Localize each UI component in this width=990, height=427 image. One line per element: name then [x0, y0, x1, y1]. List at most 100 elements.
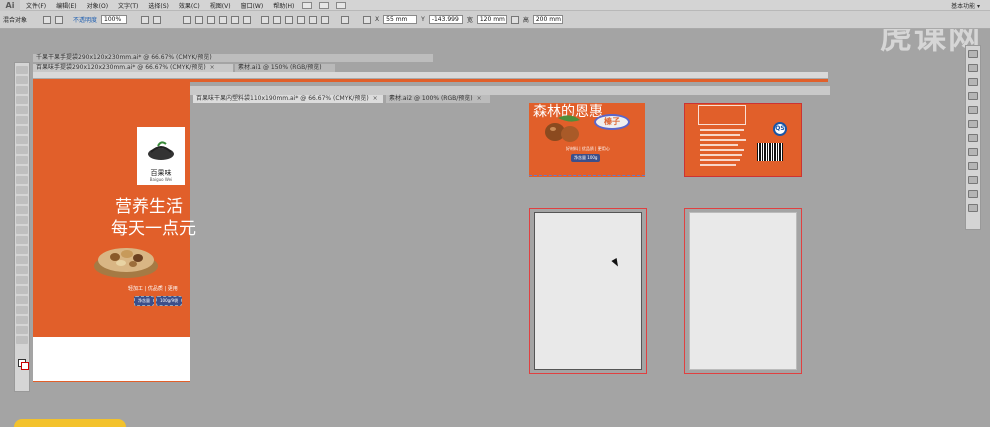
type-tool-icon[interactable]	[16, 116, 28, 124]
lasso-tool-icon[interactable]	[16, 96, 28, 104]
column-graph-tool-icon[interactable]	[16, 296, 28, 304]
distribute-top-icon[interactable]	[261, 15, 270, 24]
stroke-panel-icon[interactable]	[968, 120, 978, 128]
blank-artboard-left[interactable]	[534, 212, 642, 370]
menu-object[interactable]: 对象(O)	[87, 1, 108, 10]
blob-brush-tool-icon[interactable]	[16, 166, 28, 174]
menu-help[interactable]: 帮助(H)	[273, 1, 294, 10]
menu-edit[interactable]: 编辑(E)	[56, 1, 76, 10]
info-text-line	[700, 134, 740, 136]
paintbrush-tool-icon[interactable]	[16, 146, 28, 154]
opacity-link[interactable]: 不透明度	[73, 15, 97, 24]
reference-point-icon[interactable]	[363, 15, 372, 24]
eraser-tool-icon[interactable]	[16, 176, 28, 184]
menu-effect[interactable]: 效果(C)	[179, 1, 200, 10]
tab-doc-1[interactable]: 千果干果手提袋290x120x230mm.ai* @ 66.67% (CMYK/…	[33, 54, 433, 62]
layers-panel-icon[interactable]	[968, 190, 978, 198]
close-icon[interactable]: ×	[373, 95, 378, 102]
rectangle-tool-icon[interactable]	[16, 136, 28, 144]
distribute-bottom-icon[interactable]	[285, 15, 294, 24]
menu-window[interactable]: 窗口(W)	[241, 1, 264, 10]
tab-front-doc-1[interactable]: 百果味干果内塑料袋110x190mm.ai* @ 66.67% (CMYK/预览…	[193, 95, 383, 103]
align-right-icon[interactable]	[207, 15, 216, 24]
recolor-icon[interactable]	[141, 15, 150, 24]
stock-icon[interactable]	[319, 1, 330, 9]
tools-panel	[14, 62, 30, 392]
zoom-tool-icon[interactable]	[16, 336, 28, 344]
color-panel-icon[interactable]	[968, 50, 978, 58]
pen-tool-icon[interactable]	[16, 106, 28, 114]
tab-doc-2[interactable]: 百果味手提袋290x120x230mm.ai* @ 66.67% (CMYK/预…	[33, 64, 233, 72]
close-icon[interactable]: ×	[210, 64, 215, 71]
y-label: Y	[421, 16, 425, 23]
brush-icon[interactable]	[55, 15, 64, 24]
menu-view[interactable]: 视图(V)	[210, 1, 231, 10]
align-top-icon[interactable]	[219, 15, 228, 24]
workspace-switcher[interactable]: 基本功能 ▾	[951, 1, 980, 10]
distribute-middle-icon[interactable]	[273, 15, 282, 24]
info-text-line	[700, 129, 744, 131]
product-name-badge: 榛子	[594, 114, 630, 130]
selection-tool-icon[interactable]	[16, 66, 28, 74]
artboard-tool-icon[interactable]	[16, 306, 28, 314]
style-icon[interactable]	[153, 15, 162, 24]
blend-tool-icon[interactable]	[16, 276, 28, 284]
tab-front-doc-2[interactable]: 素材.ai2 @ 100% (RGB/预览) ×	[386, 95, 490, 103]
direct-selection-tool-icon[interactable]	[16, 76, 28, 84]
arrange-documents-icon[interactable]	[336, 1, 347, 9]
symbols-icon[interactable]	[968, 106, 978, 114]
left-document-pasteboard	[33, 337, 190, 381]
nutrition-table	[698, 105, 746, 125]
bridge-icon[interactable]	[302, 1, 313, 9]
gradient-tool-icon[interactable]	[16, 256, 28, 264]
swatches-icon[interactable]	[968, 78, 978, 86]
selection-type-label: 混合对象	[3, 17, 28, 24]
stroke-swatch-icon[interactable]	[43, 15, 52, 24]
symbol-sprayer-tool-icon[interactable]	[16, 286, 28, 294]
gradient-panel-icon[interactable]	[968, 134, 978, 142]
menu-file[interactable]: 文件(F)	[26, 1, 46, 10]
brushes-icon[interactable]	[968, 92, 978, 100]
magic-wand-tool-icon[interactable]	[16, 86, 28, 94]
y-field[interactable]: -143.999	[428, 15, 463, 24]
distribute-center-icon[interactable]	[309, 15, 318, 24]
x-label: X	[375, 16, 380, 23]
width-field[interactable]: 120 mm	[476, 15, 507, 24]
blank-artboard-right[interactable]	[689, 212, 797, 370]
tab-doc-3[interactable]: 素材.ai1 @ 150% (RGB/预览)	[235, 64, 335, 72]
pencil-tool-icon[interactable]	[16, 156, 28, 164]
scale-tool-icon[interactable]	[16, 196, 28, 204]
mesh-tool-icon[interactable]	[16, 246, 28, 254]
hand-tool-icon[interactable]	[16, 326, 28, 334]
brand-logo-icon	[148, 141, 174, 160]
stroke-swatch[interactable]	[21, 362, 29, 370]
menu-select[interactable]: 选择(S)	[148, 1, 169, 10]
height-field[interactable]: 200 mm	[532, 15, 563, 24]
width-tool-icon[interactable]	[16, 206, 28, 214]
align-left-icon[interactable]	[183, 15, 192, 24]
align-middle-icon[interactable]	[231, 15, 240, 24]
opacity-field[interactable]: 100%	[101, 15, 128, 24]
color-guide-icon[interactable]	[968, 64, 978, 72]
link-proportions-icon[interactable]	[510, 15, 519, 24]
x-field[interactable]: 55 mm	[383, 15, 418, 24]
close-icon[interactable]: ×	[477, 95, 482, 102]
shape-builder-tool-icon[interactable]	[16, 226, 28, 234]
align-center-icon[interactable]	[195, 15, 204, 24]
transparency-panel-icon[interactable]	[968, 148, 978, 156]
graphic-styles-icon[interactable]	[968, 176, 978, 184]
appearance-panel-icon[interactable]	[968, 162, 978, 170]
selection-bounding-box	[529, 175, 645, 176]
distribute-right-icon[interactable]	[321, 15, 330, 24]
align-bottom-icon[interactable]	[243, 15, 252, 24]
distribute-left-icon[interactable]	[297, 15, 306, 24]
eyedropper-tool-icon[interactable]	[16, 266, 28, 274]
artboards-panel-icon[interactable]	[968, 204, 978, 212]
line-tool-icon[interactable]	[16, 126, 28, 134]
slice-tool-icon[interactable]	[16, 316, 28, 324]
rotate-tool-icon[interactable]	[16, 186, 28, 194]
perspective-grid-tool-icon[interactable]	[16, 236, 28, 244]
free-transform-tool-icon[interactable]	[16, 216, 28, 224]
menu-type[interactable]: 文字(T)	[118, 1, 138, 10]
isolate-icon[interactable]	[341, 15, 350, 24]
